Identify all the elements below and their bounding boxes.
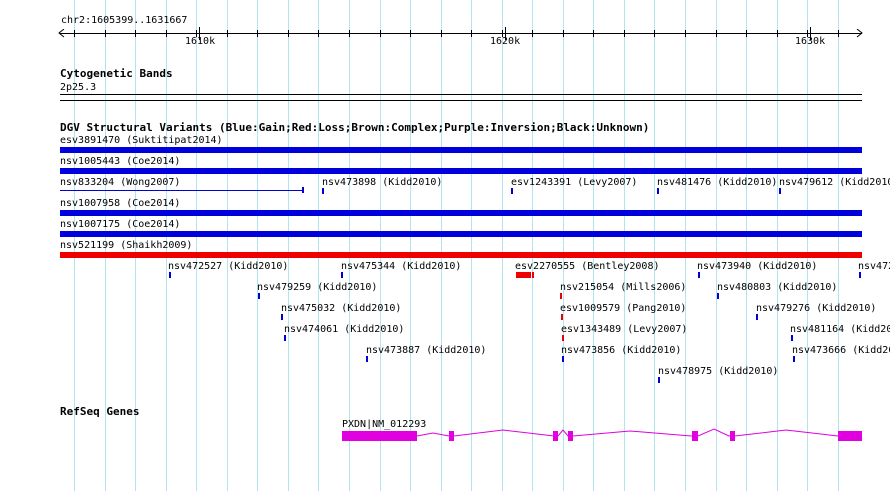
gene-exon[interactable] [568, 431, 573, 441]
gene-exon[interactable] [449, 431, 454, 441]
gene-exon[interactable] [692, 431, 698, 441]
gene-introns [416, 428, 839, 437]
gene-exon[interactable] [342, 431, 417, 441]
gene-exon[interactable] [553, 431, 558, 441]
gene-exon[interactable] [838, 431, 862, 441]
gene-exon[interactable] [730, 431, 735, 441]
